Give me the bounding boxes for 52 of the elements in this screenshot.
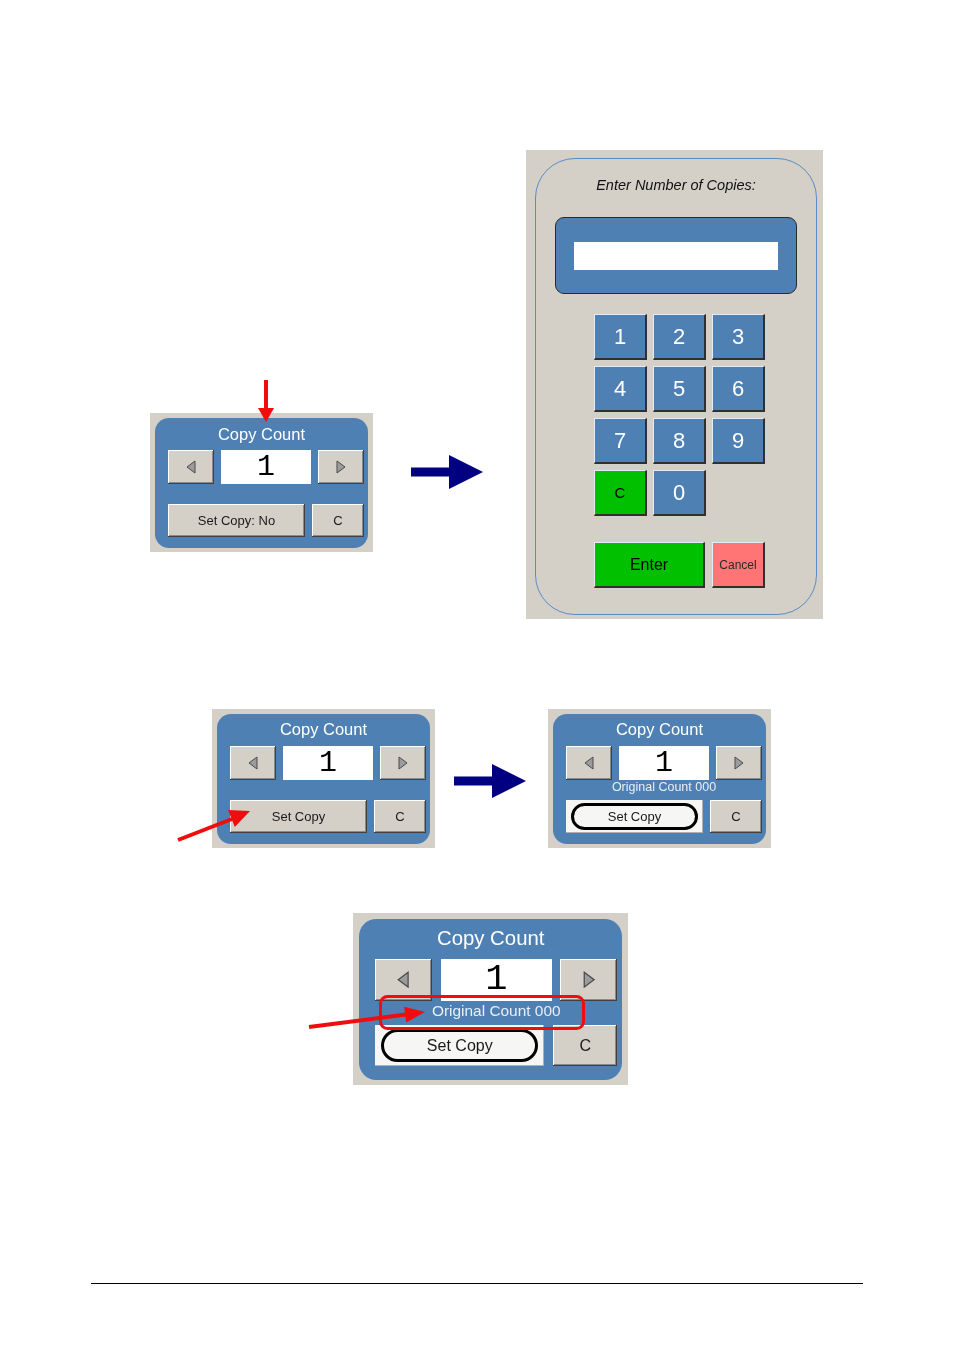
number-field[interactable]	[574, 241, 778, 270]
keypad-prompt: Enter Number of Copies:	[596, 177, 756, 194]
flow-arrow	[411, 455, 483, 489]
digit-key[interactable]: 9	[712, 418, 765, 464]
digit-key[interactable]: 8	[653, 418, 706, 464]
digit-key[interactable]: 7	[594, 418, 647, 464]
count-field[interactable]: 1	[283, 745, 373, 780]
panel-title: Copy Count	[217, 424, 306, 444]
digit-key[interactable]: 2	[653, 314, 706, 360]
left-triangle-icon	[584, 755, 594, 770]
panel-title: Copy Count	[436, 927, 545, 951]
enter-button[interactable]: Enter	[594, 542, 705, 588]
digit-key[interactable]: 6	[712, 366, 765, 412]
right-triangle-icon	[582, 971, 596, 989]
clear-button[interactable]: C	[312, 504, 364, 537]
digit-key[interactable]: 1	[594, 314, 647, 360]
decrease-button[interactable]	[566, 745, 612, 780]
annotation-arrow	[258, 380, 274, 422]
count-field[interactable]: 1	[619, 745, 709, 780]
left-triangle-icon	[186, 460, 196, 474]
right-triangle-icon	[734, 755, 744, 770]
digit-key[interactable]: 4	[594, 366, 647, 412]
count-field[interactable]: 1	[440, 958, 552, 1001]
left-triangle-icon	[397, 971, 410, 989]
digit-key[interactable]: 5	[653, 366, 706, 412]
flow-arrow	[454, 764, 526, 798]
original-count-label: Original Count 000	[431, 1002, 561, 1020]
increase-button[interactable]	[560, 958, 618, 1001]
set-copy-button[interactable]: Set Copy	[375, 1025, 545, 1067]
decrease-button[interactable]	[230, 745, 276, 780]
increase-button[interactable]	[380, 745, 426, 780]
left-triangle-icon	[248, 755, 258, 770]
clear-button[interactable]: C	[374, 799, 426, 833]
decrease-button[interactable]	[375, 958, 432, 1001]
digit-key[interactable]: 0	[653, 470, 706, 516]
clear-button[interactable]: C	[710, 799, 762, 833]
increase-button[interactable]	[716, 745, 762, 780]
set-copy-button[interactable]: Set Copy	[230, 799, 367, 833]
right-triangle-icon	[398, 755, 408, 770]
clear-button[interactable]: C	[553, 1025, 618, 1067]
decrease-button[interactable]	[168, 450, 214, 484]
set-copy-button[interactable]: Set Copy: No	[168, 504, 305, 537]
set-copy-button[interactable]: Set Copy	[566, 799, 703, 833]
original-count-label: Original Count 000	[611, 781, 717, 795]
digit-key[interactable]: 3	[712, 314, 765, 360]
panel-title: Copy Count	[615, 720, 704, 739]
panel-title: Copy Count	[279, 720, 368, 739]
increase-button[interactable]	[318, 450, 364, 484]
count-field[interactable]: 1	[221, 450, 311, 484]
clear-key[interactable]: C	[594, 470, 647, 516]
cancel-button[interactable]: Cancel	[712, 542, 765, 588]
right-triangle-icon	[336, 460, 346, 474]
